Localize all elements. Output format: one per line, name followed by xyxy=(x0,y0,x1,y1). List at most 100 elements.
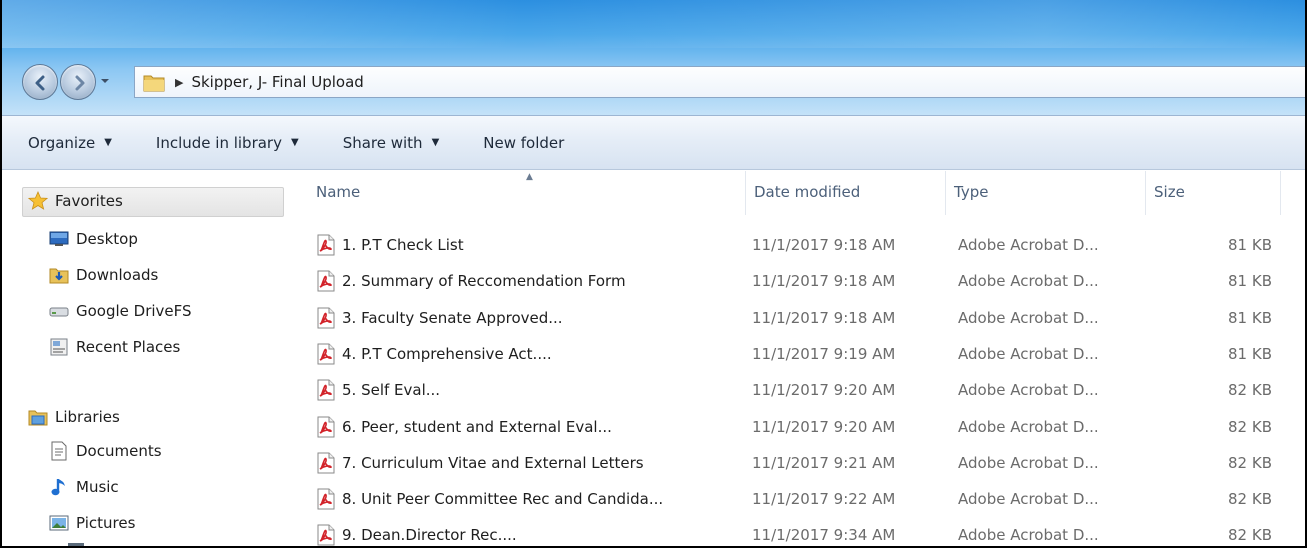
music-icon xyxy=(49,477,69,497)
file-name: 2. Summary of Reccomendation Form xyxy=(342,272,626,291)
sort-ascending-icon: ▲ xyxy=(526,172,533,182)
column-header-size[interactable]: Size xyxy=(1146,171,1281,215)
file-name: 1. P.T Check List xyxy=(342,236,464,254)
file-name-cell[interactable]: 6. Peer, student and External Eval... xyxy=(316,409,756,445)
file-row[interactable]: 2. Summary of Reccomendation Form 11/1/20… xyxy=(290,263,1305,299)
downloads-folder-icon xyxy=(49,265,69,285)
file-date: 11/1/2017 9:18 AM xyxy=(752,236,896,254)
file-name: 5. Self Eval... xyxy=(342,381,441,400)
file-date: 11/1/2017 9:20 AM xyxy=(752,417,896,436)
back-arrow-icon xyxy=(35,75,45,91)
sidebar-item-recent-places[interactable]: Recent Places xyxy=(49,337,180,357)
file-size: 82 KB xyxy=(1228,526,1272,545)
chevron-down-icon: ▼ xyxy=(290,137,299,148)
file-type: Adobe Acrobat D... xyxy=(958,526,1099,545)
sidebar-item-label: Pictures xyxy=(76,514,136,532)
file-name: 9. Dean.Director Rec.... xyxy=(342,526,517,545)
chevron-down-icon: ▼ xyxy=(104,137,112,148)
file-type: Adobe Acrobat D... xyxy=(958,417,1099,436)
file-date: 11/1/2017 9:19 AM xyxy=(752,344,896,363)
file-name-cell[interactable]: 4. P.T Comprehensive Act.... xyxy=(316,336,756,372)
libraries-header[interactable]: Libraries xyxy=(28,407,120,427)
sidebar-item-pictures[interactable]: Pictures xyxy=(49,513,135,533)
favorites-header[interactable]: Favorites xyxy=(28,191,123,211)
file-type: Adobe Acrobat D... xyxy=(958,490,1099,509)
breadcrumb-arrow-icon[interactable]: ▶ xyxy=(175,76,183,89)
sidebar-item-documents[interactable]: Documents xyxy=(49,441,162,461)
include-in-library-label: Include in library xyxy=(155,133,282,152)
column-header-type[interactable]: Type xyxy=(946,171,1146,215)
column-header-row: Name ▲ Date modified Type Size xyxy=(290,171,1305,215)
file-row[interactable]: 3. Faculty Senate Approved... 11/1/2017 9… xyxy=(290,300,1305,336)
sidebar-item-label: Music xyxy=(76,478,119,496)
file-date: 11/1/2017 9:34 AM xyxy=(752,526,896,545)
column-header-label: Type xyxy=(954,183,989,201)
file-size: 82 KB xyxy=(1228,490,1272,509)
command-bar: Organize ▼ Include in library ▼ Share with… xyxy=(2,115,1305,170)
file-name: 8. Unit Peer Committee Rec and Candida..… xyxy=(342,490,664,509)
file-name: 7. Curriculum Vitae and External Letters xyxy=(342,453,644,472)
chevron-down-icon: ▼ xyxy=(431,137,440,148)
pdf-icon xyxy=(317,524,335,546)
address-bar[interactable]: ▶ Skipper, J- Final Upload xyxy=(134,66,1305,98)
file-type: Adobe Acrobat D... xyxy=(958,453,1099,472)
file-row[interactable]: 1. P.T Check List 11/1/2017 9:18 AM Adobe … xyxy=(290,227,1305,263)
file-type: Adobe Acrobat D... xyxy=(958,236,1099,254)
file-name-cell[interactable]: 7. Curriculum Vitae and External Letters xyxy=(316,445,756,481)
file-name: 3. Faculty Senate Approved... xyxy=(342,308,563,327)
column-header-label: Date modified xyxy=(754,183,861,201)
file-date: 11/1/2017 9:18 AM xyxy=(752,272,896,291)
sidebar-item-desktop[interactable]: Desktop xyxy=(49,229,138,249)
file-row[interactable]: 7. Curriculum Vitae and External Letters… xyxy=(290,445,1305,481)
file-date: 11/1/2017 9:20 AM xyxy=(752,381,896,400)
file-size: 81 KB xyxy=(1228,344,1272,363)
sidebar-item-downloads[interactable]: Downloads xyxy=(49,265,158,285)
pdf-icon xyxy=(317,452,335,474)
file-name-cell[interactable]: 5. Self Eval... xyxy=(316,372,756,408)
document-icon xyxy=(49,441,69,461)
file-size: 81 KB xyxy=(1228,272,1272,291)
file-type: Adobe Acrobat D... xyxy=(958,381,1099,400)
star-icon xyxy=(28,191,48,211)
file-name: 4. P.T Comprehensive Act.... xyxy=(342,344,552,363)
folder-icon xyxy=(143,75,165,92)
title-glow xyxy=(2,0,1305,48)
file-size: 81 KB xyxy=(1228,236,1272,254)
pdf-icon xyxy=(317,343,335,365)
file-row[interactable]: 8. Unit Peer Committee Rec and Candida..… xyxy=(290,481,1305,517)
file-row[interactable]: 6. Peer, student and External Eval... 11/… xyxy=(290,409,1305,445)
share-with-label: Share with xyxy=(342,133,423,152)
file-date: 11/1/2017 9:22 AM xyxy=(752,490,896,509)
new-folder-button[interactable]: New folder xyxy=(483,134,564,152)
organize-button[interactable]: Organize ▼ xyxy=(28,134,112,152)
file-type: Adobe Acrobat D... xyxy=(958,344,1099,363)
sidebar-item-music[interactable]: Music xyxy=(49,477,119,497)
pdf-icon xyxy=(317,379,335,401)
pdf-icon xyxy=(317,270,335,292)
share-with-button[interactable]: Share with ▼ xyxy=(343,134,440,152)
pdf-icon xyxy=(317,307,335,329)
organize-label: Organize xyxy=(28,133,96,152)
forward-button[interactable] xyxy=(60,64,96,100)
file-name-cell[interactable]: 2. Summary of Reccomendation Form xyxy=(316,263,756,299)
file-name-cell[interactable]: 9. Dean.Director Rec.... xyxy=(316,517,756,546)
back-button[interactable] xyxy=(22,64,58,100)
column-header-name[interactable]: Name ▲ xyxy=(308,171,746,215)
recent-pages-dropdown-icon[interactable] xyxy=(100,76,110,86)
forward-arrow-icon xyxy=(75,75,85,91)
file-row[interactable]: 5. Self Eval... 11/1/2017 9:20 AM Adobe Ac… xyxy=(290,372,1305,408)
file-type: Adobe Acrobat D... xyxy=(958,272,1099,291)
file-row[interactable]: 9. Dean.Director Rec.... 11/1/2017 9:34 A… xyxy=(290,517,1305,546)
file-name-cell[interactable]: 8. Unit Peer Committee Rec and Candida..… xyxy=(316,481,756,517)
sidebar-partial-icon xyxy=(68,543,84,546)
file-row[interactable]: 4. P.T Comprehensive Act.... 11/1/2017 9:… xyxy=(290,336,1305,372)
sidebar-item-google-drivefs[interactable]: Google DriveFS xyxy=(49,301,192,321)
file-size: 82 KB xyxy=(1228,453,1272,472)
file-name-cell[interactable]: 1. P.T Check List xyxy=(316,227,756,263)
breadcrumb-current-folder[interactable]: Skipper, J- Final Upload xyxy=(191,73,363,91)
include-in-library-button[interactable]: Include in library ▼ xyxy=(156,134,299,152)
file-name-cell[interactable]: 3. Faculty Senate Approved... xyxy=(316,300,756,336)
column-header-date[interactable]: Date modified xyxy=(746,171,946,215)
libraries-label: Libraries xyxy=(55,408,120,426)
file-size: 81 KB xyxy=(1228,308,1272,327)
